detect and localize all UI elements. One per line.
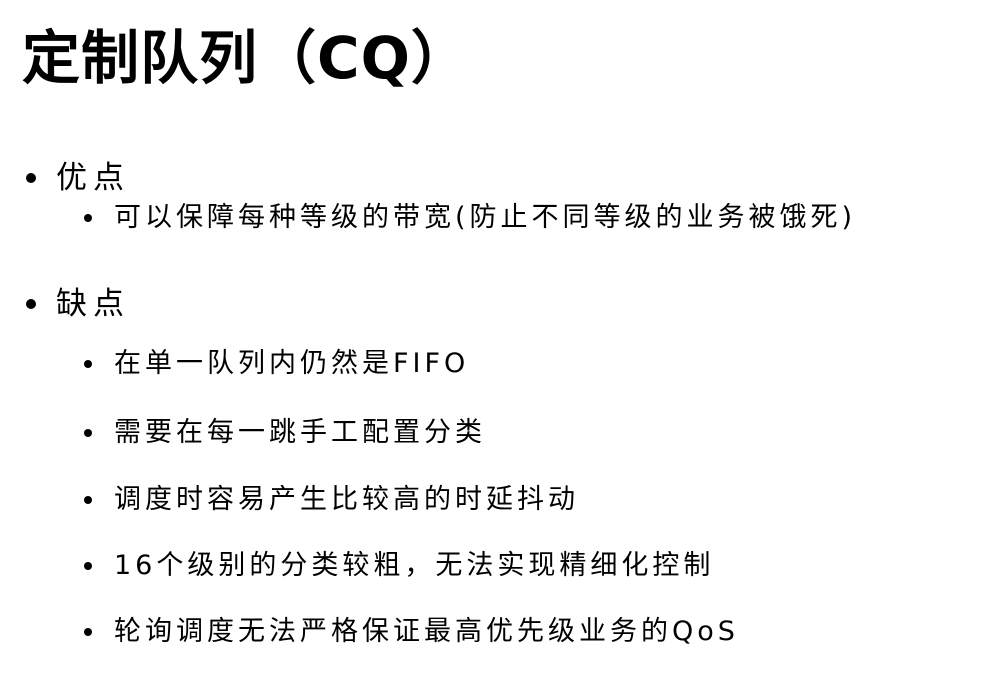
list-item-text: 在单一队列内仍然是FIFO (114, 348, 470, 379)
list-item-text: 16个级别的分类较粗，无法实现精细化控制 (114, 550, 715, 581)
slide-title: 定制队列（CQ） (22, 24, 470, 92)
list-item: 调度时容易产生比较高的时延抖动 (84, 480, 579, 520)
list-item-text: 需要在每一跳手工配置分类 (114, 417, 486, 448)
list-item: 16个级别的分类较粗，无法实现精细化控制 (84, 546, 714, 586)
bullet-icon (84, 628, 92, 636)
bullet-icon (84, 214, 92, 222)
list-item: 轮询调度无法严格保证最高优先级业务的QoS (84, 612, 739, 652)
list-item-text: 轮询调度无法严格保证最高优先级业务的QoS (114, 616, 739, 647)
list-item-text: 调度时容易产生比较高的时延抖动 (114, 484, 579, 515)
bullet-icon (84, 562, 92, 570)
bullet-icon (84, 360, 92, 368)
section-label: 优点 (56, 160, 130, 196)
list-item: 在单一队列内仍然是FIFO (84, 344, 469, 384)
bullet-icon (26, 173, 36, 183)
list-item-text: 可以保障每种等级的带宽(防止不同等级的业务被饿死) (114, 202, 857, 233)
bullet-icon (26, 299, 36, 309)
section-disadvantages: 缺点 (26, 282, 130, 326)
bullet-icon (84, 496, 92, 504)
section-advantages: 优点 (26, 156, 130, 200)
list-item: 可以保障每种等级的带宽(防止不同等级的业务被饿死) (84, 198, 856, 238)
slide: 定制队列（CQ） 优点 可以保障每种等级的带宽(防止不同等级的业务被饿死) 缺点… (0, 0, 999, 679)
list-item: 需要在每一跳手工配置分类 (84, 413, 486, 453)
bullet-icon (84, 429, 92, 437)
section-label: 缺点 (56, 286, 130, 322)
